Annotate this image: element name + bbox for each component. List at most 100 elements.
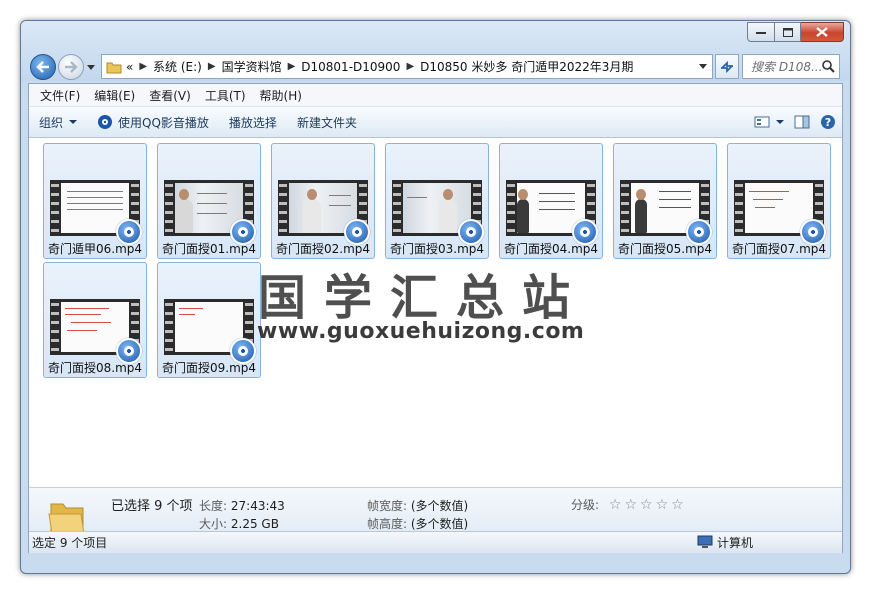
folder-icon	[106, 62, 122, 73]
help-icon: ?	[821, 115, 835, 129]
rating-row: 分级: ☆ ☆ ☆ ☆ ☆	[571, 496, 687, 513]
file-name: 奇门面授05.mp4	[617, 242, 713, 256]
menu-bar: 文件(F) 编辑(E) 查看(V) 工具(T) 帮助(H)	[29, 84, 842, 107]
menu-tools[interactable]: 工具(T)	[198, 87, 253, 104]
file-item[interactable]: 奇门面授04.mp4	[499, 143, 603, 259]
navigation-row: « ▶ 系统 (E:) ▶ 国学资料馆 ▶ D10801-D10900 ▶ D1…	[29, 53, 842, 81]
chevron-right-icon[interactable]: ▶	[288, 61, 296, 72]
caption-buttons	[747, 22, 844, 42]
file-name: 奇门面授07.mp4	[731, 242, 827, 256]
new-folder-label: 新建文件夹	[296, 115, 357, 130]
forward-button[interactable]	[58, 54, 84, 80]
length-value: 27:43:43	[230, 499, 285, 513]
new-folder-button[interactable]: 新建文件夹	[287, 107, 367, 137]
breadcrumb-folder-2[interactable]: D10801-D10900	[301, 60, 400, 74]
frame-height-row: 帧高度: (多个数值)	[367, 515, 468, 532]
file-name: 奇门面授08.mp4	[47, 361, 143, 375]
minimize-icon	[756, 32, 766, 34]
menu-file[interactable]: 文件(F)	[33, 87, 87, 104]
preview-pane-button[interactable]	[794, 115, 810, 129]
play-with-qq-button[interactable]: 使用QQ影音播放	[87, 107, 219, 137]
maximize-button[interactable]	[775, 22, 801, 42]
star-icon[interactable]: ☆	[640, 497, 653, 513]
frame-width-label: 帧宽度:	[367, 499, 408, 513]
view-icon	[754, 116, 770, 128]
command-bar-right: ?	[744, 107, 836, 137]
star-icon[interactable]: ☆	[671, 497, 684, 513]
search-input[interactable]	[749, 58, 823, 75]
chevron-right-icon[interactable]: ▶	[406, 61, 414, 72]
play-selection-button[interactable]: 播放选择	[219, 107, 287, 137]
file-name: 奇门面授03.mp4	[389, 242, 485, 256]
address-dropdown-icon[interactable]	[698, 62, 708, 70]
watermark-text: 国学汇总站	[258, 270, 589, 326]
close-icon	[816, 27, 828, 37]
length-label: 长度:	[199, 499, 228, 513]
computer-icon	[697, 535, 713, 548]
back-button[interactable]	[30, 54, 56, 80]
frame-width-value: (多个数值)	[410, 499, 469, 513]
close-button[interactable]	[801, 22, 844, 42]
file-item[interactable]: 奇门面授03.mp4	[385, 143, 489, 259]
frame-height-value: (多个数值)	[410, 517, 469, 531]
file-item[interactable]: 奇门面授02.mp4	[271, 143, 375, 259]
frame-width-row: 帧宽度: (多个数值)	[367, 497, 468, 514]
rating-stars[interactable]: ☆ ☆ ☆ ☆ ☆	[609, 497, 687, 513]
file-item[interactable]: 奇门遁甲06.mp4	[43, 143, 147, 259]
recent-pages-dropdown-icon[interactable]	[86, 62, 96, 72]
size-row: 大小: 2.25 GB	[199, 515, 279, 532]
minimize-button[interactable]	[747, 22, 775, 42]
chevron-down-icon	[69, 120, 78, 124]
address-overflow-chevron[interactable]: «	[126, 60, 133, 74]
play-selection-label: 播放选择	[228, 115, 277, 130]
selection-count: 已选择 9 个项	[111, 499, 193, 514]
address-bar[interactable]: « ▶ 系统 (E:) ▶ 国学资料馆 ▶ D10801-D10900 ▶ D1…	[101, 54, 713, 79]
file-item[interactable]: 奇门面授01.mp4	[157, 143, 261, 259]
qq-player-icon	[98, 115, 113, 129]
menu-edit[interactable]: 编辑(E)	[87, 87, 142, 104]
status-location-text: 计算机	[717, 535, 754, 550]
status-selection-text: 选定 9 个项目	[32, 535, 108, 550]
refresh-icon	[721, 60, 733, 73]
file-item[interactable]: 奇门面授09.mp4	[157, 262, 261, 378]
title-bar: « ▶ 系统 (E:) ▶ 国学资料馆 ▶ D10801-D10900 ▶ D1…	[21, 21, 850, 81]
search-box[interactable]	[742, 54, 840, 79]
star-icon[interactable]: ☆	[609, 497, 622, 513]
file-item[interactable]: 奇门面授05.mp4	[613, 143, 717, 259]
size-label: 大小:	[199, 517, 228, 531]
breadcrumb-drive[interactable]: 系统 (E:)	[153, 58, 202, 75]
star-icon[interactable]: ☆	[624, 497, 637, 513]
rating-label: 分级:	[571, 498, 600, 512]
svg-text:?: ?	[825, 116, 831, 129]
watermark-url: www.guoxuehuizong.com	[257, 319, 585, 344]
back-arrow-icon	[36, 61, 49, 73]
chevron-right-icon[interactable]: ▶	[208, 61, 216, 72]
breadcrumb-folder-1[interactable]: 国学资料馆	[222, 58, 282, 75]
file-item[interactable]: 奇门面授07.mp4	[727, 143, 831, 259]
chevron-right-icon[interactable]: ▶	[139, 61, 147, 72]
menu-view[interactable]: 查看(V)	[142, 87, 198, 104]
help-button[interactable]: ?	[820, 114, 836, 130]
play-with-qq-label: 使用QQ影音播放	[118, 115, 209, 130]
breadcrumb-folder-3[interactable]: D10850 米妙多 奇门遁甲2022年3月期	[420, 58, 633, 75]
star-icon[interactable]: ☆	[656, 497, 669, 513]
file-name: 奇门遁甲06.mp4	[47, 242, 143, 256]
chevron-down-icon	[776, 120, 784, 124]
preview-pane-icon	[794, 115, 810, 129]
status-location: 计算机	[697, 532, 753, 552]
refresh-button[interactable]	[715, 54, 739, 79]
search-icon[interactable]	[821, 59, 835, 73]
organize-button[interactable]: 组织	[29, 107, 87, 137]
menu-help[interactable]: 帮助(H)	[253, 87, 309, 104]
file-name: 奇门面授09.mp4	[161, 361, 257, 375]
length-row: 长度: 27:43:43	[199, 497, 285, 514]
file-name: 奇门面授04.mp4	[503, 242, 599, 256]
forward-arrow-icon	[65, 61, 78, 73]
file-item[interactable]: 奇门面授08.mp4	[43, 262, 147, 378]
command-bar: 组织 使用QQ影音播放 播放选择 新建文件夹 ?	[29, 107, 842, 138]
size-value: 2.25 GB	[230, 517, 279, 531]
frame-height-label: 帧高度:	[367, 517, 408, 531]
status-bar: 选定 9 个项目 计算机	[29, 531, 842, 552]
organize-label: 组织	[39, 115, 64, 130]
view-options-button[interactable]	[754, 116, 784, 128]
